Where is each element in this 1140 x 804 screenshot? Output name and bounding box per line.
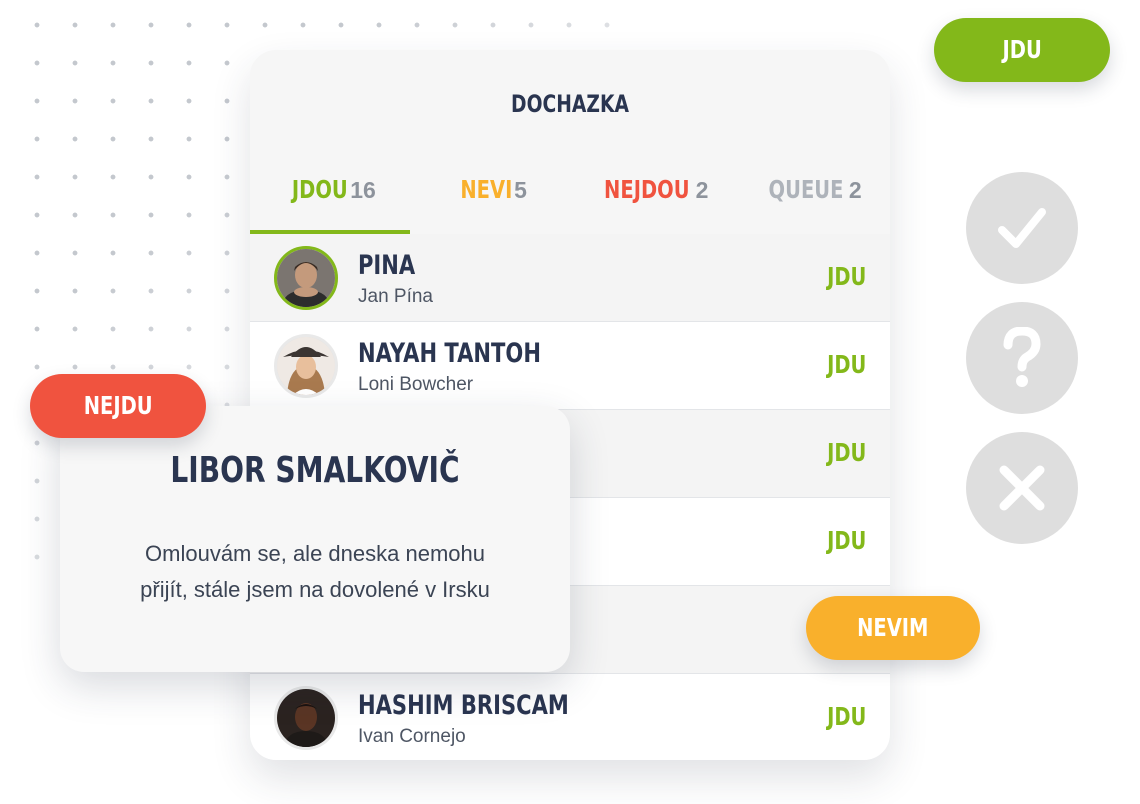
tab-jdou-count: 16 bbox=[350, 177, 376, 203]
tab-nejdou-label: NEJDOU bbox=[603, 175, 690, 204]
attendee-status: JDU bbox=[826, 526, 866, 555]
decline-button[interactable] bbox=[966, 432, 1078, 544]
nevim-button[interactable]: NEVIM bbox=[806, 596, 980, 660]
popup-message-line-2: přijít, stále jsem na dovolené v Irsku bbox=[140, 577, 490, 602]
list-item[interactable]: NAYAH TANTOH Loni Bowcher JDU bbox=[250, 322, 890, 410]
status-tabs: JDOU 16 NEVI 5 NEJDOU 2 QUEUE 2 bbox=[250, 162, 890, 234]
tab-nevi-count: 5 bbox=[514, 177, 527, 203]
list-item[interactable]: HASHIM BRISCAM Ivan Cornejo JDU bbox=[250, 674, 890, 760]
attendee-fullname: Ivan Cornejo bbox=[358, 726, 466, 747]
tab-queue[interactable]: QUEUE 2 bbox=[730, 162, 890, 234]
nejdu-button[interactable]: NEJDU bbox=[30, 374, 206, 438]
tab-jdou[interactable]: JDOU 16 bbox=[250, 162, 410, 234]
question-icon bbox=[1003, 327, 1041, 387]
popup-person-name: LIBOR SMALKOVIČ bbox=[170, 450, 460, 491]
jdu-button[interactable]: JDU bbox=[934, 18, 1110, 82]
card-title: DOCHAZKA bbox=[511, 90, 629, 118]
attendee-nickname: HASHIM BRISCAM bbox=[358, 690, 569, 721]
tab-nejdou-count: 2 bbox=[695, 177, 709, 203]
attendee-status: JDU bbox=[826, 262, 866, 291]
attendee-nickname: PINA bbox=[358, 250, 416, 281]
attendee-status: JDU bbox=[826, 438, 866, 467]
tab-jdou-label: JDOU bbox=[292, 175, 348, 204]
close-icon bbox=[999, 465, 1045, 511]
avatar bbox=[274, 246, 338, 310]
attendee-status: JDU bbox=[826, 350, 866, 379]
avatar bbox=[274, 686, 338, 750]
maybe-button[interactable] bbox=[966, 302, 1078, 414]
popup-message-line-1: Omlouvám se, ale dneska nemohu bbox=[145, 541, 485, 566]
excuse-popup: LIBOR SMALKOVIČ Omlouvám se, ale dneska … bbox=[60, 406, 570, 672]
nevim-button-label: NEVIM bbox=[857, 613, 929, 642]
tab-nevi[interactable]: NEVI 5 bbox=[410, 162, 570, 234]
attendee-fullname: Loni Bowcher bbox=[358, 374, 474, 395]
attendee-nickname: NAYAH TANTOH bbox=[358, 338, 541, 369]
popup-message: Omlouvám se, ale dneska nemohu přijít, s… bbox=[90, 536, 540, 608]
attendee-fullname: Jan Pína bbox=[358, 286, 433, 307]
nejdu-button-label: NEJDU bbox=[83, 391, 153, 420]
attendee-status: JDU bbox=[826, 702, 866, 731]
check-icon bbox=[998, 208, 1046, 248]
tab-queue-label: QUEUE bbox=[768, 175, 844, 204]
confirm-button[interactable] bbox=[966, 172, 1078, 284]
list-item[interactable]: PINA Jan Pína JDU bbox=[250, 234, 890, 322]
avatar bbox=[274, 334, 338, 398]
tab-nevi-label: NEVI bbox=[460, 175, 513, 204]
tab-queue-count: 2 bbox=[848, 177, 862, 203]
jdu-button-label: JDU bbox=[1002, 35, 1042, 64]
tab-nejdou[interactable]: NEJDOU 2 bbox=[570, 162, 730, 234]
